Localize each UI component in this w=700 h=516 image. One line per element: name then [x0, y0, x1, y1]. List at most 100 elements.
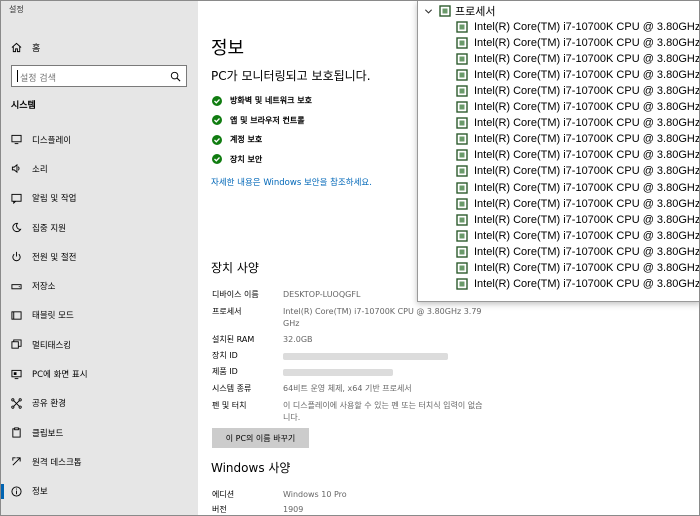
settings-window: 설정 홈 시스템 디스플레이 소리 알림 및 작업 [0, 0, 700, 516]
processor-chip-icon [456, 53, 468, 65]
device-id-label: 장치 ID [212, 351, 238, 360]
shared-experiences-icon [11, 398, 22, 409]
protection-heading: PC가 모니터링되고 보호됩니다. [211, 69, 371, 83]
sidebar-item-label: PC에 화면 표시 [32, 370, 88, 381]
processor-item-label: Intel(R) Core(TM) i7-10700K CPU @ 3.80GH… [474, 85, 700, 98]
processor-item[interactable]: Intel(R) Core(TM) i7-10700K CPU @ 3.80GH… [456, 244, 699, 260]
processor-item-label: Intel(R) Core(TM) i7-10700K CPU @ 3.80GH… [474, 165, 700, 178]
check-circle-icon [212, 95, 222, 106]
processor-chip-icon [456, 262, 468, 274]
sidebar-item-label: 클립보드 [32, 428, 64, 439]
processor-item[interactable]: Intel(R) Core(TM) i7-10700K CPU @ 3.80GH… [456, 67, 700, 83]
processor-chip-icon [456, 21, 468, 33]
pen-touch-value: 이 디스플레이에 사용할 수 있는 펜 또는 터치식 입력이 없습니다. [283, 401, 483, 422]
info-icon [11, 486, 22, 497]
processor-item-label: Intel(R) Core(TM) i7-10700K CPU @ 3.80GH… [474, 101, 700, 114]
rename-pc-button[interactable]: 이 PC의 이름 바꾸기 [212, 428, 309, 448]
page-title: 정보 [211, 38, 245, 59]
sidebar-item-clipboard[interactable]: 클립보드 [1, 418, 198, 447]
processor-item[interactable]: Intel(R) Core(TM) i7-10700K CPU @ 3.80GH… [456, 19, 700, 35]
sidebar-item-label: 멀티태스킹 [32, 340, 72, 351]
protection-item: 장치 보안 [212, 150, 312, 170]
processor-item[interactable]: Intel(R) Core(TM) i7-10700K CPU @ 3.80GH… [456, 35, 699, 51]
home-nav-item[interactable]: 홈 [1, 37, 198, 57]
protection-item-label: 앱 및 브라우저 컨트롤 [230, 115, 305, 125]
processor-item[interactable]: Intel(R) Core(TM) i7-10700K CPU @ 3.80GH… [456, 260, 700, 276]
protection-list: 방화벽 및 네트워크 보호 앱 및 브라우저 컨트롤 계정 보호 장치 보안 [212, 91, 312, 169]
processor-item-label: Intel(R) Core(TM) i7-10700K CPU @ 3.80GH… [474, 229, 700, 242]
processor-item[interactable]: Intel(R) Core(TM) i7-10700K CPU @ 3.80GH… [456, 147, 699, 163]
sidebar-item-multitasking[interactable]: 멀티태스킹 [1, 330, 198, 359]
processor-item[interactable]: Intel(R) Core(TM) i7-10700K CPU @ 3.80GH… [456, 51, 699, 67]
sidebar-nav: 디스플레이 소리 알림 및 작업 집중 지원 전원 및 절전 저장소 태블릿 모… [1, 125, 198, 506]
processor-item-label: Intel(R) Core(TM) i7-10700K CPU @ 3.80GH… [474, 69, 700, 82]
processor-chip-icon [456, 229, 468, 242]
processor-item[interactable]: Intel(R) Core(TM) i7-10700K CPU @ 3.80GH… [456, 99, 700, 115]
protection-item-label: 장치 보안 [230, 154, 263, 164]
sidebar-item-storage[interactable]: 저장소 [1, 271, 198, 300]
processor-item[interactable]: Intel(R) Core(TM) i7-10700K CPU @ 3.80GH… [456, 212, 699, 228]
text-caret [17, 70, 18, 82]
processor-item-label: Intel(R) Core(TM) i7-10700K CPU @ 3.80GH… [474, 261, 700, 274]
windows-security-link[interactable]: 자세한 내용은 Windows 보안을 참조하세요. [211, 176, 372, 188]
sidebar-item-label: 태블릿 모드 [32, 311, 74, 322]
check-circle-icon [212, 115, 222, 126]
system-type-value: 64비트 운영 체제, x64 기반 프로세서 [283, 384, 412, 393]
sidebar-item-label: 저장소 [32, 282, 56, 293]
processor-label: 프로세서 [212, 307, 242, 316]
processors-category-row[interactable]: 프로세서 [424, 3, 495, 19]
sidebar-item-remote-desktop[interactable]: 원격 데스크톱 [1, 447, 198, 476]
sidebar-item-shared-experiences[interactable]: 공유 환경 [1, 389, 198, 418]
processors-category-label: 프로세서 [455, 6, 496, 18]
processor-item[interactable]: Intel(R) Core(TM) i7-10700K CPU @ 3.80GH… [456, 163, 700, 179]
settings-search-input[interactable] [12, 69, 162, 89]
processor-item[interactable]: Intel(R) Core(TM) i7-10700K CPU @ 3.80GH… [456, 131, 700, 147]
product-id-redacted [283, 369, 393, 376]
processor-item[interactable]: Intel(R) Core(TM) i7-10700K CPU @ 3.80GH… [456, 83, 700, 99]
processor-item-label: Intel(R) Core(TM) i7-10700K CPU @ 3.80GH… [474, 21, 700, 33]
edition-value: Windows 10 Pro [283, 490, 347, 499]
processor-chip-icon [456, 117, 468, 129]
sidebar-item-tablet-mode[interactable]: 태블릿 모드 [1, 301, 198, 330]
processor-chip-icon [456, 278, 468, 290]
protection-item-label: 계정 보호 [230, 135, 263, 145]
processor-item-label: Intel(R) Core(TM) i7-10700K CPU @ 3.80GH… [474, 277, 700, 290]
processor-item[interactable]: Intel(R) Core(TM) i7-10700K CPU @ 3.80GH… [456, 228, 700, 244]
processor-item-label: Intel(R) Core(TM) i7-10700K CPU @ 3.80GH… [474, 117, 700, 130]
check-circle-icon [212, 134, 222, 145]
pen-touch-label: 펜 및 터치 [212, 401, 247, 410]
processor-item[interactable]: Intel(R) Core(TM) i7-10700K CPU @ 3.80GH… [456, 115, 700, 131]
power-icon [12, 252, 21, 262]
processor-item[interactable]: Intel(R) Core(TM) i7-10700K CPU @ 3.80GH… [456, 196, 700, 212]
sidebar-item-notifications[interactable]: 알림 및 작업 [1, 184, 198, 213]
sidebar-item-sound[interactable]: 소리 [1, 154, 198, 183]
sidebar-item-power[interactable]: 전원 및 절전 [1, 242, 198, 271]
windows-specs-heading: Windows 사양 [211, 461, 291, 475]
search-box[interactable] [11, 65, 187, 89]
sidebar-item-label: 원격 데스크톱 [32, 457, 82, 468]
search-icon[interactable] [170, 71, 181, 82]
processor-item[interactable]: Intel(R) Core(TM) i7-10700K CPU @ 3.80GH… [456, 276, 700, 292]
processor-item-label: Intel(R) Core(TM) i7-10700K CPU @ 3.80GH… [474, 133, 700, 146]
device-name-label: 디바이스 이름 [212, 290, 259, 299]
sidebar-item-about[interactable]: 정보 [1, 477, 198, 506]
protection-item: 계정 보호 [212, 130, 312, 150]
processor-chip-icon [456, 181, 468, 194]
processor-chip-icon [456, 85, 468, 97]
processor-chip-icon [456, 133, 468, 146]
sidebar-item-focus-assist[interactable]: 집중 지원 [1, 213, 198, 242]
chevron-down-icon[interactable] [424, 7, 433, 16]
processor-item-label: Intel(R) Core(TM) i7-10700K CPU @ 3.80GH… [474, 197, 700, 210]
device-specs-heading: 장치 사양 [211, 261, 259, 275]
home-label: 홈 [32, 43, 41, 54]
ram-value: 32.0GB [283, 335, 313, 344]
processor-chip-icon [456, 37, 468, 49]
sidebar-item-project-to-pc[interactable]: PC에 화면 표시 [1, 359, 198, 388]
processor-chip-icon [456, 165, 468, 178]
sidebar-item-display[interactable]: 디스플레이 [1, 125, 198, 154]
processor-item[interactable]: Intel(R) Core(TM) i7-10700K CPU @ 3.80GH… [456, 180, 699, 196]
protection-item-label: 방화벽 및 네트워크 보호 [230, 96, 312, 106]
protection-item: 앱 및 브라우저 컨트롤 [212, 111, 312, 131]
processor-chip-icon [456, 245, 468, 258]
sidebar-item-label: 알림 및 작업 [32, 194, 77, 205]
